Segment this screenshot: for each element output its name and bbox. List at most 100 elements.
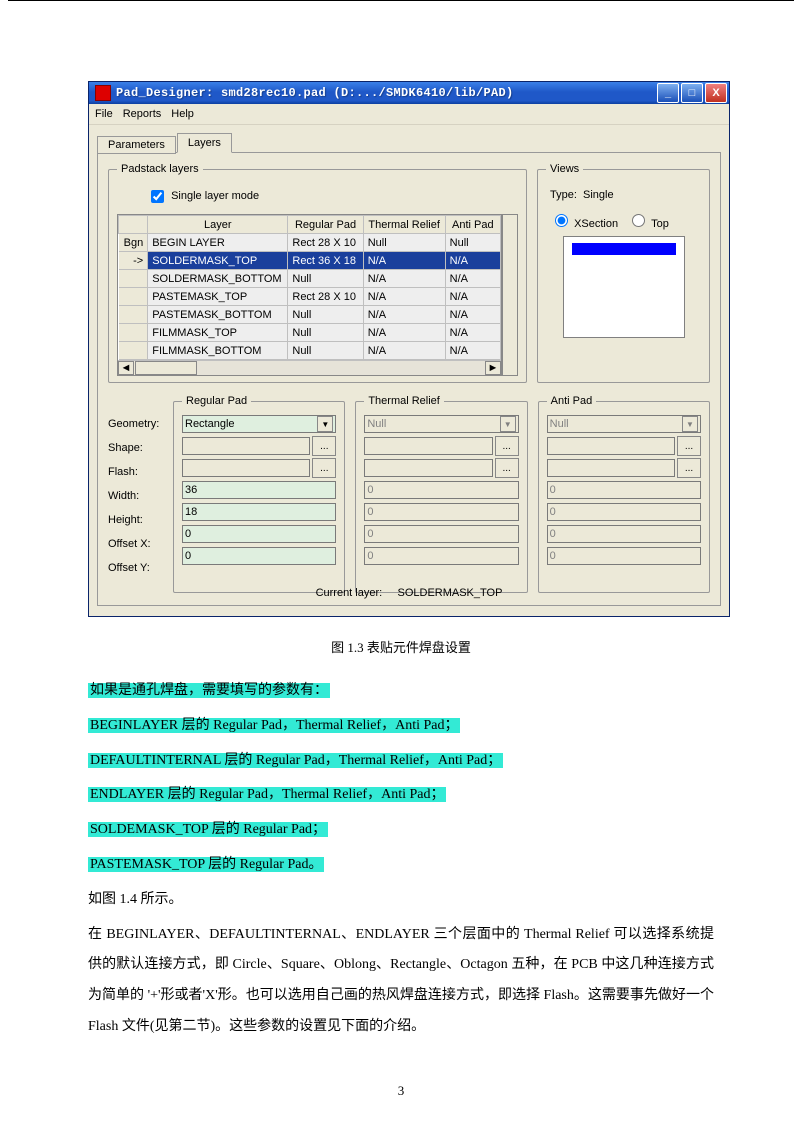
text-p6: PASTEMASK_TOP 层的 Regular Pad。: [88, 857, 324, 872]
col-layer[interactable]: Layer: [148, 216, 288, 234]
regular-geometry-combo[interactable]: Rectangle ▼: [182, 415, 336, 433]
cell-thermal[interactable]: N/A: [363, 324, 445, 342]
figure-caption: 图 1.3 表贴元件焊盘设置: [88, 637, 714, 656]
cell-anti[interactable]: N/A: [445, 324, 500, 342]
thermal-flash-input: [364, 459, 492, 477]
anti-flash-input: [547, 459, 675, 477]
regular-offsetx-input[interactable]: 0: [182, 525, 336, 543]
cell-thermal[interactable]: Null: [363, 234, 445, 252]
col-blank: [119, 216, 148, 234]
table-row[interactable]: SOLDERMASK_BOTTOMNullN/AN/A: [119, 270, 501, 288]
scroll-thumb[interactable]: [135, 361, 197, 375]
radio-top-label[interactable]: Top: [627, 218, 669, 230]
col-anti[interactable]: Anti Pad: [445, 216, 500, 234]
cell-regular[interactable]: Null: [288, 324, 363, 342]
label-flash: Flash:: [108, 463, 163, 481]
cell-layer[interactable]: FILMMASK_TOP: [148, 324, 288, 342]
cell-regular[interactable]: Rect 28 X 10: [288, 288, 363, 306]
cell-thermal[interactable]: N/A: [363, 288, 445, 306]
regular-flash-input[interactable]: [182, 459, 310, 477]
single-layer-mode-label[interactable]: Single layer mode: [147, 190, 259, 202]
thermal-relief-legend: Thermal Relief: [364, 395, 444, 407]
table-row[interactable]: BgnBEGIN LAYERRect 28 X 10NullNull: [119, 234, 501, 252]
views-group: Views Type: Single XSection Top: [537, 163, 710, 383]
regular-width-input[interactable]: 36: [182, 481, 336, 499]
cell-layer[interactable]: SOLDERMASK_TOP: [148, 252, 288, 270]
padstack-table[interactable]: Layer Regular Pad Thermal Relief Anti Pa…: [118, 215, 501, 360]
cell-anti[interactable]: N/A: [445, 288, 500, 306]
table-v-scrollbar[interactable]: [502, 214, 518, 376]
row-header: Bgn: [119, 234, 148, 252]
minimize-button[interactable]: _: [657, 83, 679, 103]
combo-arrow-icon[interactable]: ▼: [317, 416, 333, 432]
scroll-left-icon[interactable]: ◄: [118, 361, 134, 375]
single-layer-mode-text: Single layer mode: [171, 190, 259, 202]
cell-regular[interactable]: Null: [288, 306, 363, 324]
table-row[interactable]: PASTEMASK_BOTTOMNullN/AN/A: [119, 306, 501, 324]
cell-regular[interactable]: Rect 28 X 10: [288, 234, 363, 252]
regular-shape-browse-button[interactable]: ...: [312, 436, 336, 456]
table-row[interactable]: PASTEMASK_TOPRect 28 X 10N/AN/A: [119, 288, 501, 306]
anti-offsety-input: 0: [547, 547, 701, 565]
cell-thermal[interactable]: N/A: [363, 342, 445, 360]
regular-height-input[interactable]: 18: [182, 503, 336, 521]
col-thermal[interactable]: Thermal Relief: [363, 216, 445, 234]
preview-pane: [563, 236, 685, 338]
cell-layer[interactable]: SOLDERMASK_BOTTOM: [148, 270, 288, 288]
scroll-right-icon[interactable]: ►: [485, 361, 501, 375]
combo-arrow-icon: ▼: [682, 416, 698, 432]
table-row[interactable]: ->SOLDERMASK_TOPRect 36 X 18N/AN/A: [119, 252, 501, 270]
menu-file[interactable]: File: [95, 108, 113, 120]
cell-anti[interactable]: N/A: [445, 342, 500, 360]
scroll-track[interactable]: [197, 361, 485, 375]
menu-help[interactable]: Help: [171, 108, 194, 120]
radio-top[interactable]: [632, 214, 645, 227]
col-regular[interactable]: Regular Pad: [288, 216, 363, 234]
close-button[interactable]: X: [705, 83, 727, 103]
thermal-width-input: 0: [364, 481, 518, 499]
tabpanel-layers: Padstack layers Single layer mode: [97, 152, 721, 606]
cell-thermal[interactable]: N/A: [363, 306, 445, 324]
label-height: Height:: [108, 511, 163, 529]
regular-flash-browse-button[interactable]: ...: [312, 458, 336, 478]
cell-layer[interactable]: BEGIN LAYER: [148, 234, 288, 252]
app-icon: [95, 85, 111, 101]
maximize-button[interactable]: □: [681, 83, 703, 103]
text-p8: 在 BEGINLAYER、DEFAULTINTERNAL、ENDLAYER 三个…: [88, 920, 714, 1043]
label-width: Width:: [108, 487, 163, 505]
cell-anti[interactable]: N/A: [445, 306, 500, 324]
text-p1: 如果是通孔焊盘，需要填写的参数有：: [88, 683, 330, 698]
current-layer-label: Current layer:: [316, 587, 383, 599]
cell-thermal[interactable]: N/A: [363, 252, 445, 270]
cell-anti[interactable]: N/A: [445, 270, 500, 288]
table-row[interactable]: FILMMASK_BOTTOMNullN/AN/A: [119, 342, 501, 360]
cell-layer[interactable]: FILMMASK_BOTTOM: [148, 342, 288, 360]
cell-anti[interactable]: Null: [445, 234, 500, 252]
tab-parameters[interactable]: Parameters: [97, 136, 176, 154]
regular-shape-input[interactable]: [182, 437, 310, 455]
cell-layer[interactable]: PASTEMASK_BOTTOM: [148, 306, 288, 324]
menu-reports[interactable]: Reports: [123, 108, 162, 120]
property-labels: Geometry: Shape: Flash: Width: Height: O…: [108, 395, 163, 577]
cell-anti[interactable]: N/A: [445, 252, 500, 270]
type-value: Single: [583, 189, 614, 201]
current-layer-value: SOLDERMASK_TOP: [397, 587, 502, 599]
cell-regular[interactable]: Null: [288, 342, 363, 360]
thermal-offsety-input: 0: [364, 547, 518, 565]
radio-xsection[interactable]: [555, 214, 568, 227]
label-offsetx: Offset X:: [108, 535, 163, 553]
regular-offsety-input[interactable]: 0: [182, 547, 336, 565]
table-h-scrollbar[interactable]: ◄ ►: [118, 360, 501, 375]
anti-shape-browse-button: ...: [677, 436, 701, 456]
text-p2: BEGINLAYER 层的 Regular Pad，Thermal Relief…: [88, 718, 460, 733]
single-layer-mode-checkbox[interactable]: [151, 190, 164, 203]
cell-regular[interactable]: Rect 36 X 18: [288, 252, 363, 270]
cell-layer[interactable]: PASTEMASK_TOP: [148, 288, 288, 306]
table-row[interactable]: FILMMASK_TOPNullN/AN/A: [119, 324, 501, 342]
cell-thermal[interactable]: N/A: [363, 270, 445, 288]
type-label: Type:: [550, 189, 577, 201]
tab-layers[interactable]: Layers: [177, 133, 232, 153]
radio-xsection-label[interactable]: XSection: [550, 218, 618, 230]
text-p7: 如图 1.4 所示。: [88, 885, 714, 916]
cell-regular[interactable]: Null: [288, 270, 363, 288]
